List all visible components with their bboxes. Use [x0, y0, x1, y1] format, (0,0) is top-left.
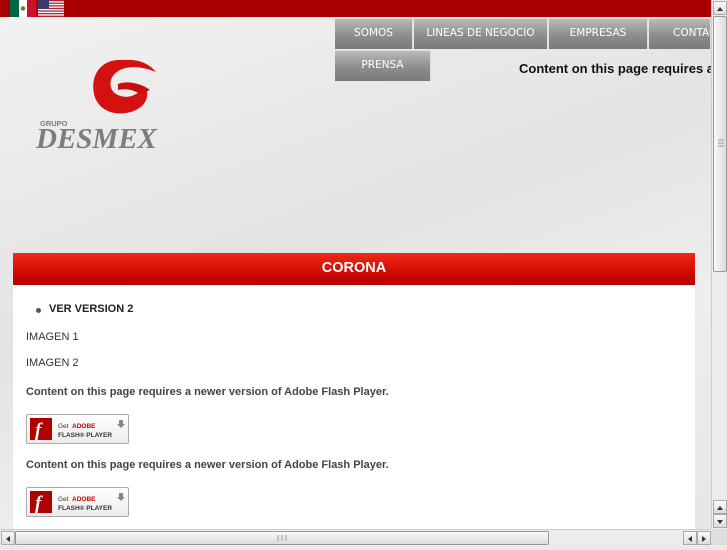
flash-badge-flash-player: FLASH® PLAYER — [58, 504, 112, 512]
logo-desmex-text: DESMEX — [35, 123, 158, 155]
flash-message-2: Content on this page requires a newer ve… — [26, 459, 389, 471]
vertical-scrollbar[interactable] — [711, 0, 727, 529]
grip-icon — [277, 535, 287, 541]
top-bar — [0, 0, 711, 17]
nav-contacto[interactable]: CONTAC — [649, 18, 711, 49]
flash-badge-adobe: ADOBE — [72, 423, 96, 430]
vertical-scroll-thumb[interactable] — [713, 16, 727, 272]
content-panel: CORONA VER VERSION 2 IMAGEN 1 IMAGEN 2 C… — [13, 253, 695, 529]
arrow-right-icon — [702, 536, 706, 542]
usa-flag-icon[interactable] — [38, 0, 64, 17]
scrollbar-corner — [711, 529, 727, 545]
bullet-dot-icon — [36, 308, 41, 313]
arrow-left-icon — [6, 536, 10, 542]
page-viewport: SOMOS LINEAS DE NEGOCIO EMPRESAS CONTAC … — [0, 0, 711, 529]
flash-message-1: Content on this page requires a newer ve… — [26, 386, 389, 398]
desmex-logo[interactable]: GRUPO DESMEX — [32, 50, 222, 160]
arrow-down-icon — [717, 520, 723, 524]
scroll-up-button-2[interactable] — [713, 500, 727, 514]
mexico-flag-icon[interactable] — [10, 0, 36, 17]
get-flash-player-button-2[interactable]: f Get ADOBE FLASH® PLAYER — [26, 487, 129, 517]
get-flash-player-button-1[interactable]: f Get ADOBE FLASH® PLAYER — [26, 414, 129, 444]
scroll-left-button-2[interactable] — [683, 531, 697, 545]
grip-icon — [718, 139, 724, 147]
arrow-left-icon — [688, 536, 692, 542]
arrow-up-icon — [717, 7, 723, 11]
nav-empresas[interactable]: EMPRESAS — [549, 18, 648, 49]
scroll-left-button[interactable] — [1, 531, 15, 545]
imagen-1-text: IMAGEN 1 — [26, 331, 79, 343]
flash-badge-get: Get — [58, 496, 69, 503]
nav-prensa[interactable]: PRENSA — [335, 50, 431, 81]
panel-title: CORONA — [13, 253, 695, 285]
arrow-up-icon — [717, 506, 723, 510]
scroll-down-button[interactable] — [713, 514, 727, 528]
imagen-2-text: IMAGEN 2 — [26, 357, 79, 369]
top-flash-message: Content on this page requires a — [519, 61, 711, 76]
flash-badge-adobe: ADOBE — [72, 496, 96, 503]
scroll-right-button[interactable] — [697, 531, 711, 545]
horizontal-scrollbar[interactable] — [0, 529, 711, 546]
ver-version-2-link[interactable]: VER VERSION 2 — [49, 303, 133, 315]
horizontal-scroll-thumb[interactable] — [15, 531, 549, 545]
scroll-up-button[interactable] — [713, 1, 727, 15]
flash-badge-flash-player: FLASH® PLAYER — [58, 431, 112, 439]
nav-lineas-de-negocio[interactable]: LINEAS DE NEGOCIO — [414, 18, 548, 49]
nav-somos[interactable]: SOMOS — [335, 18, 413, 49]
flash-badge-get: Get — [58, 423, 69, 430]
